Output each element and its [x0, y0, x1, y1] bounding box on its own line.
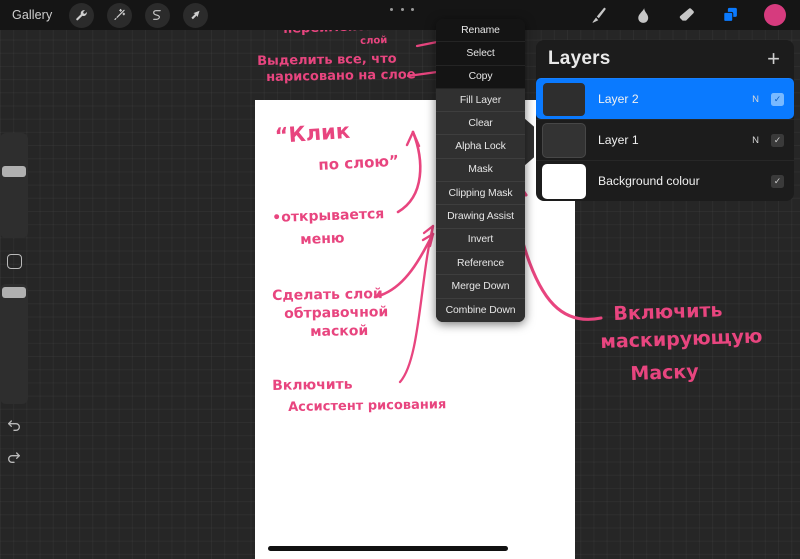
wand-glyph	[114, 8, 125, 21]
eraser-icon[interactable]	[676, 5, 697, 26]
color-swatch[interactable]	[764, 4, 786, 26]
top-toolbar[interactable]: Gallery	[0, 0, 800, 30]
selection-s-icon[interactable]	[145, 2, 171, 28]
check-icon: ✓	[773, 134, 782, 145]
layers-title: Layers	[548, 48, 611, 69]
menu-item-clear[interactable]: Clear	[436, 112, 525, 136]
layer-name: Layer 2	[598, 92, 639, 106]
menu-item-reference[interactable]: Reference	[436, 251, 525, 276]
smudge-icon[interactable]	[632, 5, 653, 26]
menu-item-label: Copy	[468, 71, 493, 83]
menu-item-label: Mask	[468, 164, 493, 176]
menu-item-merge-down[interactable]: Merge Down	[436, 275, 525, 299]
dot-2	[400, 7, 404, 11]
menu-item-drawing-assist[interactable]: Drawing Assist	[436, 205, 525, 229]
menu-item-label: Merge Down	[451, 280, 510, 292]
menu-item-invert[interactable]: Invert	[436, 228, 525, 252]
undo-button[interactable]	[0, 412, 28, 442]
magic-wand-icon[interactable]	[107, 2, 133, 28]
brush-opacity-slider[interactable]	[0, 284, 28, 404]
brush-size-slider[interactable]	[0, 133, 28, 238]
menu-item-alpha-lock[interactable]: Alpha Lock	[436, 135, 525, 159]
menu-item-label: Clipping Mask	[448, 187, 513, 199]
check-icon: ✓	[773, 175, 782, 186]
redo-arrow-icon	[8, 452, 20, 463]
square-icon	[6, 253, 22, 269]
menu-item-label: Fill Layer	[459, 94, 502, 106]
eraser-glyph	[679, 7, 694, 21]
dot-3	[411, 7, 414, 11]
menu-item-label: Select	[466, 47, 495, 59]
smudge-glyph	[637, 7, 648, 23]
menu-item-label: Alpha Lock	[455, 141, 506, 153]
menu-item-label: Drawing Assist	[447, 211, 514, 223]
layers-panel-header: Layers +	[536, 40, 794, 78]
layer-row[interactable]: Layer 2 N ✓	[536, 78, 794, 119]
layer-visibility-checkbox[interactable]: ✓	[771, 92, 784, 106]
menu-item-fill-layer[interactable]: Fill Layer	[436, 88, 525, 113]
menu-item-label: Reference	[456, 257, 505, 269]
layer-name: Background colour	[598, 174, 700, 188]
menu-item-label: Invert	[467, 234, 494, 246]
add-layer-button[interactable]: +	[765, 48, 782, 70]
paintbrush-icon[interactable]	[588, 5, 609, 26]
modify-square-button[interactable]	[0, 238, 28, 284]
layer-thumbnail[interactable]	[542, 81, 586, 117]
menu-item-label: Combine Down	[445, 304, 516, 316]
brush-glyph	[592, 7, 606, 23]
gallery-button[interactable]: Gallery	[12, 8, 52, 22]
layer-visibility-checkbox[interactable]: ✓	[771, 133, 784, 147]
arrow-glyph	[191, 10, 200, 19]
drawing-canvas[interactable]	[255, 100, 575, 559]
layer-visibility-checkbox[interactable]: ✓	[771, 174, 784, 188]
left-tool-group[interactable]	[69, 2, 209, 28]
menu-item-mask[interactable]: Mask	[436, 158, 525, 183]
s-curve-glyph	[153, 10, 162, 20]
layers-icon[interactable]	[720, 5, 741, 26]
layer-blend-mode[interactable]: N	[752, 135, 759, 146]
layer-row[interactable]: Layer 1 N ✓	[536, 119, 794, 160]
check-icon: ✓	[773, 93, 782, 104]
layers-panel[interactable]: Layers + Layer 2 N ✓ Layer 1 N ✓ Background co…	[536, 40, 794, 201]
layer-name: Layer 1	[598, 133, 639, 147]
redo-button[interactable]	[0, 444, 28, 474]
menu-item-copy[interactable]: Copy	[436, 65, 525, 89]
home-indicator	[268, 546, 508, 551]
layers-list[interactable]: Layer 2 N ✓ Layer 1 N ✓ Background colour ✓	[536, 78, 794, 201]
menu-item-clipping-mask[interactable]: Clipping Mask	[436, 182, 525, 206]
more-options-button[interactable]	[390, 4, 414, 14]
layer-thumbnail[interactable]	[542, 163, 586, 199]
layer-thumbnail[interactable]	[542, 122, 586, 158]
undo-arrow-icon	[7, 420, 20, 431]
layer-row[interactable]: Background colour ✓	[536, 160, 794, 201]
menu-item-label: Clear	[468, 117, 493, 129]
layers-glyph	[723, 7, 737, 22]
layer-blend-mode[interactable]: N	[752, 94, 759, 105]
brush-opacity-thumb[interactable]	[2, 287, 26, 298]
left-tool-sidebar[interactable]	[0, 133, 28, 480]
menu-item-label: Rename	[461, 24, 500, 36]
right-tool-group[interactable]	[588, 4, 786, 26]
brush-size-thumb[interactable]	[2, 166, 26, 177]
dot-1	[390, 7, 393, 11]
wrench-glyph	[76, 9, 88, 20]
transform-arrow-icon[interactable]	[183, 2, 209, 28]
adjustments-wrench-icon[interactable]	[69, 2, 95, 28]
menu-item-combine-down[interactable]: Combine Down	[436, 298, 525, 322]
menu-item-select[interactable]: Select	[436, 42, 525, 66]
menu-item-rename[interactable]: Rename	[436, 19, 525, 43]
layer-context-menu[interactable]: Rename Select Copy Fill Layer Clear Alpha Loc…	[436, 19, 525, 322]
